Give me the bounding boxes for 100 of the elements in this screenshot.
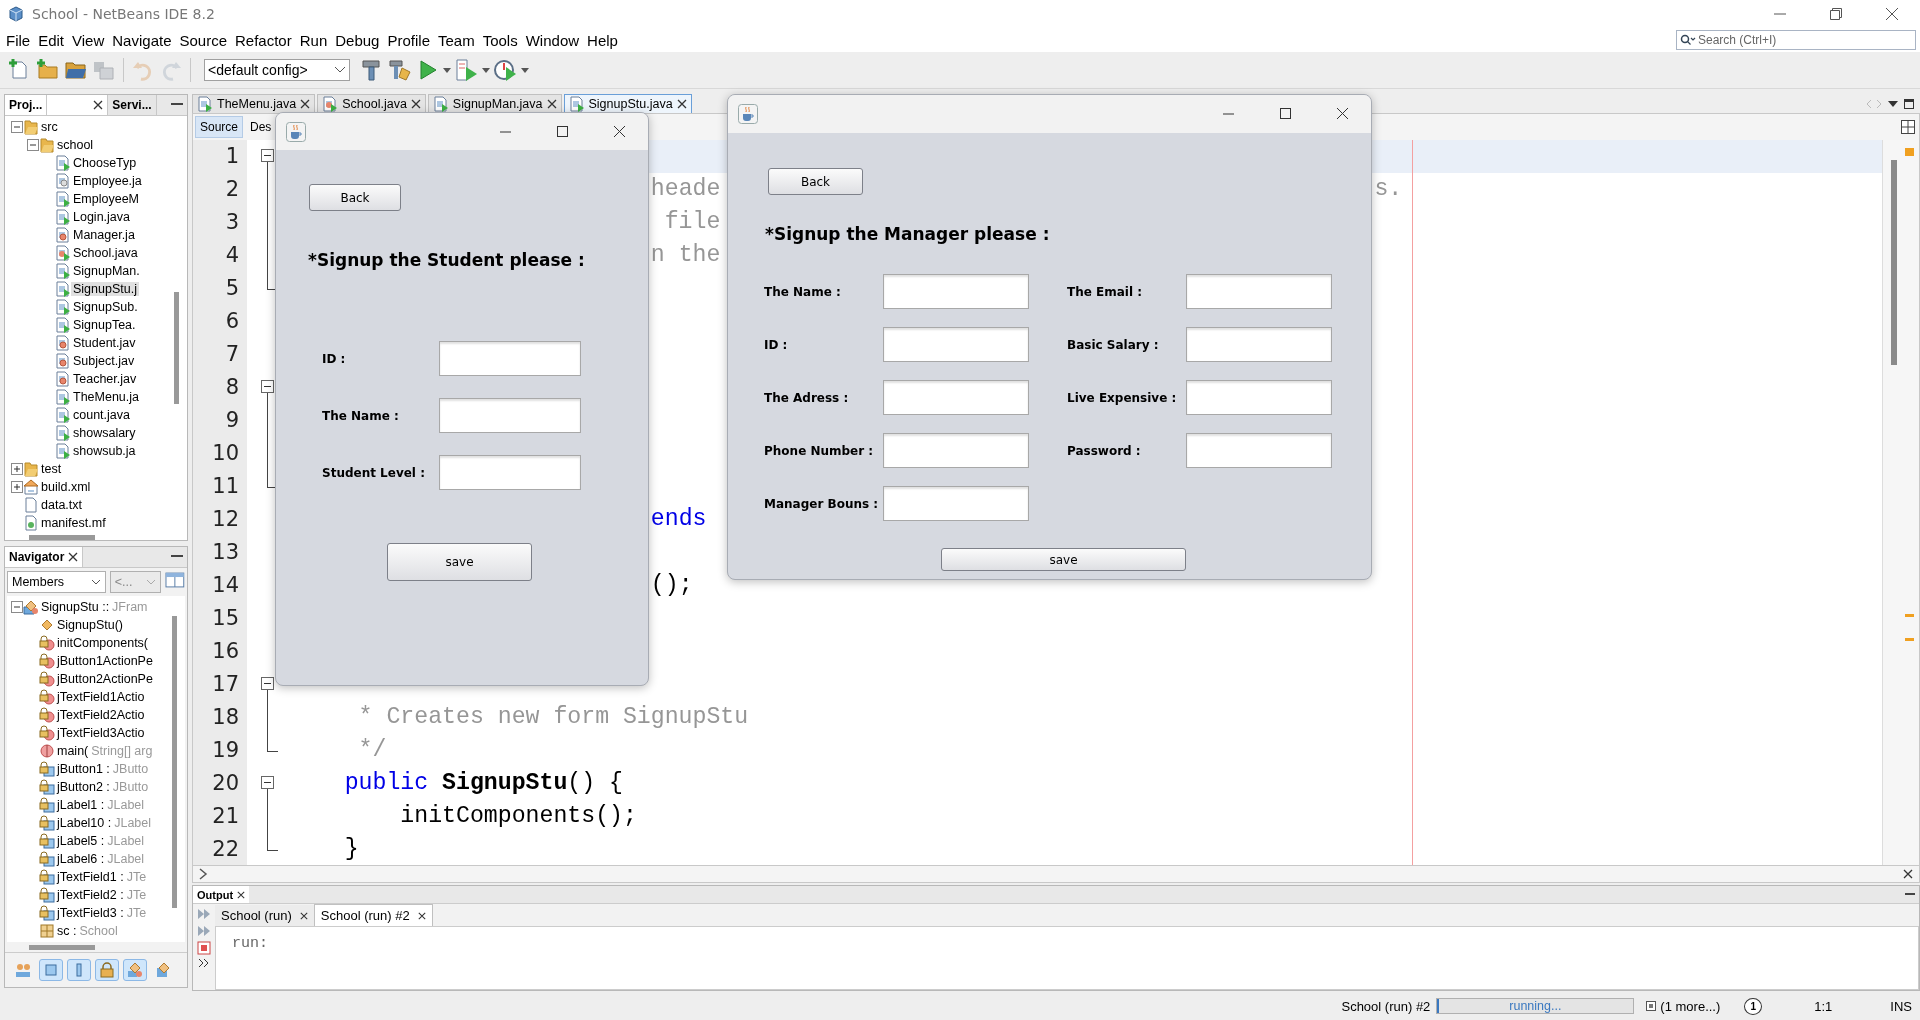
tree-item[interactable]: ChooseTyp — [71, 156, 139, 170]
close-icon[interactable] — [300, 99, 311, 109]
more-tasks-link[interactable]: (1 more...) — [1646, 998, 1721, 1014]
tree-item[interactable]: Login.java — [71, 210, 132, 224]
close-icon[interactable] — [546, 99, 557, 109]
document-play-icon[interactable] — [455, 58, 479, 82]
close-icon[interactable] — [417, 911, 426, 920]
caret-icon[interactable] — [443, 67, 451, 73]
save-button[interactable]: save — [387, 543, 532, 581]
member-item[interactable]: jTextField3Actio — [55, 726, 147, 740]
split-icon[interactable] — [1901, 119, 1915, 134]
filter-dropdown[interactable]: Members — [7, 571, 106, 593]
text-field[interactable] — [883, 274, 1029, 309]
tree-item[interactable]: count.java — [71, 408, 132, 422]
run-session-tab[interactable]: School (run) #2 — [313, 904, 433, 927]
member-item[interactable]: jButton2 : JButto — [55, 780, 151, 794]
menu-item[interactable]: Profile — [383, 31, 434, 49]
member-item[interactable]: jLabel1 : JLabel — [55, 798, 147, 812]
close-icon[interactable] — [68, 552, 79, 562]
stop-icon[interactable] — [197, 941, 211, 956]
close-icon[interactable] — [93, 100, 104, 110]
tree-item[interactable]: School.java — [71, 246, 140, 260]
menu-item[interactable]: Edit — [34, 31, 69, 49]
text-field[interactable] — [1186, 380, 1332, 415]
back-button[interactable]: Back — [768, 168, 863, 195]
member-item[interactable]: jLabel5 : JLabel — [55, 834, 147, 848]
tree-item[interactable]: Employee.ja — [71, 174, 144, 188]
menu-item[interactable]: Help — [583, 31, 622, 49]
double-chevron-icon[interactable] — [198, 958, 210, 969]
panel-tab[interactable]: Output — [193, 886, 250, 904]
close-icon[interactable] — [299, 911, 308, 920]
close-icon[interactable] — [237, 890, 246, 899]
tree-item[interactable]: manifest.mf — [39, 516, 108, 530]
member-item[interactable]: SignupStu() — [55, 618, 125, 632]
tree-item[interactable]: data.txt — [39, 498, 84, 512]
member-item[interactable]: jTextField1 : JTe — [55, 870, 149, 884]
minus-box-icon[interactable] — [11, 121, 23, 133]
caret-icon[interactable] — [1888, 101, 1898, 107]
menu-item[interactable]: Refactor — [231, 31, 296, 49]
tree-item[interactable]: SignupStu.j — [71, 282, 139, 296]
menu-item[interactable]: Navigate — [108, 31, 176, 49]
menu-item[interactable]: Tools — [478, 31, 522, 49]
text-field[interactable] — [1186, 327, 1332, 362]
text-field[interactable] — [883, 327, 1029, 362]
warning-mark[interactable] — [1905, 637, 1914, 641]
close-icon[interactable] — [410, 99, 421, 109]
member-item[interactable]: jLabel10 : JLabel — [55, 816, 154, 830]
minus-box-icon[interactable] — [11, 601, 23, 613]
text-field[interactable] — [883, 486, 1029, 521]
member-item[interactable]: sc : School — [55, 924, 120, 938]
folder-plus-icon[interactable] — [36, 58, 60, 82]
member-item[interactable]: initComponents( — [55, 636, 150, 650]
clock-play-icon[interactable] — [494, 58, 518, 82]
member-item[interactable]: jButton2ActionPe — [55, 672, 155, 686]
text-field[interactable] — [1186, 274, 1332, 309]
fold-icon[interactable] — [261, 379, 274, 393]
menu-item[interactable]: Window — [521, 31, 584, 49]
restore-icon[interactable] — [1830, 8, 1842, 20]
member-item[interactable]: jButton1ActionPe — [55, 654, 155, 668]
warning-mark[interactable] — [1905, 613, 1914, 617]
minus-box-icon[interactable] — [27, 139, 39, 151]
tree-item[interactable]: SignupMan. — [71, 264, 142, 278]
fold-icon[interactable] — [261, 775, 274, 789]
text-field[interactable] — [1186, 433, 1332, 468]
tree-item[interactable]: src — [39, 120, 60, 134]
text-field[interactable] — [439, 341, 581, 376]
panel-layout-icon[interactable] — [165, 571, 185, 589]
back-button[interactable]: Back — [309, 184, 401, 211]
tree-item[interactable]: Student.jav — [71, 336, 138, 350]
menu-item[interactable]: View — [68, 31, 109, 49]
text-field[interactable] — [439, 455, 581, 490]
caret-icon[interactable] — [521, 67, 529, 73]
split-button[interactable] — [494, 58, 529, 82]
text-field[interactable] — [883, 380, 1029, 415]
menu-item[interactable]: Run — [295, 31, 332, 49]
tree-item[interactable]: SignupSub. — [71, 300, 140, 314]
editor-tab[interactable]: School.java — [317, 94, 426, 113]
chevron-icon[interactable] — [197, 868, 209, 881]
tree-item[interactable]: showsub.ja — [71, 444, 138, 458]
scrollbar-thumb[interactable] — [29, 945, 95, 950]
caret-icon[interactable] — [482, 67, 490, 73]
close-icon[interactable] — [1903, 869, 1913, 880]
scrollbar-thumb[interactable] — [172, 616, 177, 908]
member-item[interactable]: jButton1 : JButto — [55, 762, 151, 776]
hammer-broom-icon[interactable] — [388, 58, 412, 82]
view-toggle[interactable]: Des — [245, 115, 277, 138]
member-item[interactable]: main( String[] arg — [55, 744, 155, 758]
tree-item[interactable]: showsalary — [71, 426, 138, 440]
member-item[interactable]: jTextField2 : JTe — [55, 888, 149, 902]
double-play-icon[interactable] — [197, 907, 211, 922]
tree-item[interactable]: Teacher.jav — [71, 372, 139, 386]
panel-tab[interactable]: Proj... — [5, 95, 48, 115]
menu-item[interactable]: Source — [175, 31, 231, 49]
minimize-icon[interactable] — [171, 555, 183, 559]
tree-item[interactable]: SignupTea. — [71, 318, 138, 332]
plus-box-icon[interactable] — [11, 463, 23, 475]
double-play-icon[interactable] — [197, 924, 211, 939]
plus-box-icon[interactable] — [11, 481, 23, 493]
member-item[interactable]: jLabel6 : JLabel — [55, 852, 147, 866]
tree-item[interactable]: EmployeeM — [71, 192, 141, 206]
